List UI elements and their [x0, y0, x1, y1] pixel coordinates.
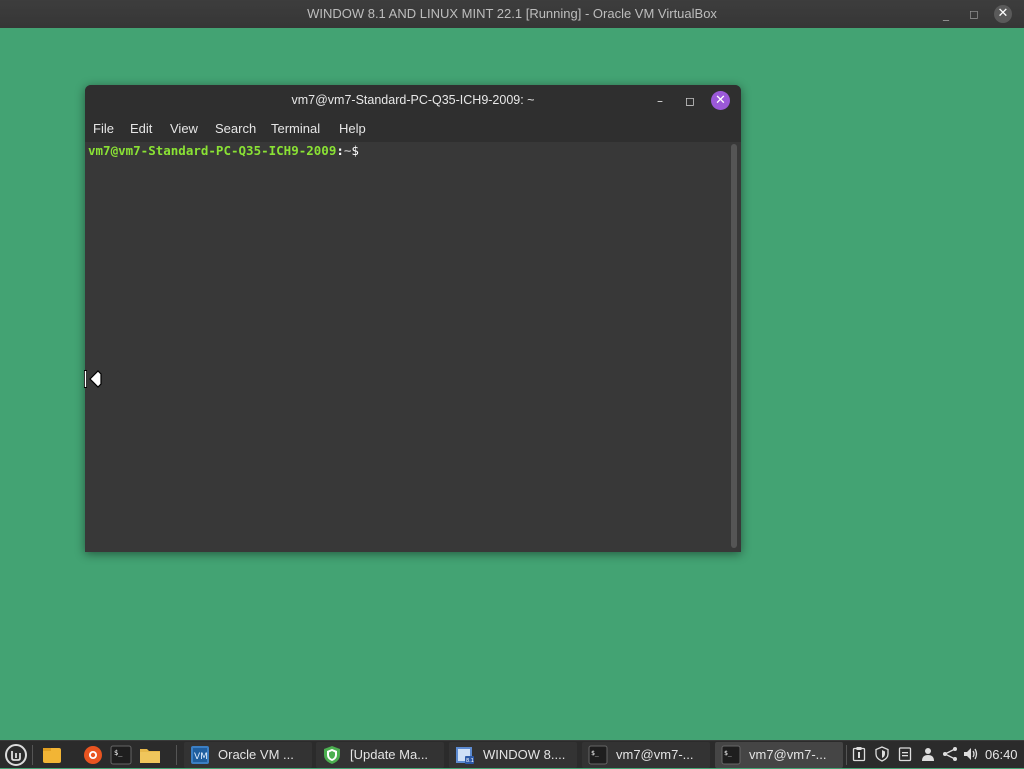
virtualbox-icon: VM: [191, 746, 209, 764]
menu-file[interactable]: File: [89, 115, 118, 142]
terminal-title: vm7@vm7-Standard-PC-Q35-ICH9-2009: ~: [291, 93, 535, 107]
taskbar-separator: [846, 745, 847, 765]
volume-icon[interactable]: [963, 746, 979, 762]
prompt-separator: :: [336, 143, 344, 158]
terminal-output-area[interactable]: vm7@vm7-Standard-PC-Q35-ICH9-2009:~$: [85, 142, 741, 552]
terminal-menubar: File Edit View Search Terminal Help: [85, 115, 741, 142]
terminal-titlebar[interactable]: vm7@vm7-Standard-PC-Q35-ICH9-2009: ~ – ◻…: [85, 85, 741, 115]
terminal-icon: $_: [588, 745, 608, 765]
user-icon[interactable]: [920, 746, 936, 762]
folder-icon[interactable]: [139, 744, 161, 766]
taskbar-window-update-manager[interactable]: [Update Ma...: [316, 742, 444, 768]
menu-search[interactable]: Search: [211, 115, 260, 142]
host-maximize-button[interactable]: ◻: [962, 0, 986, 28]
network-icon[interactable]: [942, 746, 958, 762]
shell-prompt: vm7@vm7-Standard-PC-Q35-ICH9-2009:~$: [88, 143, 359, 159]
prompt-user-host: vm7@vm7-Standard-PC-Q35-ICH9-2009: [88, 143, 337, 158]
files-icon[interactable]: [41, 744, 63, 766]
update-shield-icon: [324, 746, 340, 764]
host-titlebar: WINDOW 8.1 AND LINUX MINT 22.1 [Running]…: [0, 0, 1024, 28]
svg-text:VM: VM: [194, 752, 208, 762]
vm-window-icon: 8.1: [456, 747, 474, 764]
taskbar-window-label: vm7@vm7-...: [616, 747, 694, 762]
taskbar-window-terminal-1[interactable]: $_ vm7@vm7-...: [582, 742, 710, 768]
host-window-title: WINDOW 8.1 AND LINUX MINT 22.1 [Running]…: [307, 6, 717, 21]
terminal-icon[interactable]: $_: [110, 744, 132, 766]
terminal-close-button[interactable]: ✕: [711, 91, 730, 110]
clock[interactable]: 06:40: [985, 741, 1018, 769]
svg-text:$_: $_: [724, 749, 732, 757]
firefox-icon[interactable]: [82, 744, 104, 766]
svg-text:$_: $_: [114, 749, 123, 757]
taskbar-window-label: WINDOW 8....: [483, 747, 566, 762]
prompt-symbol: $: [351, 143, 359, 158]
svg-text:8.1: 8.1: [466, 758, 474, 764]
taskbar-window-virtualbox[interactable]: VM Oracle VM ...: [184, 742, 312, 768]
terminal-window: vm7@vm7-Standard-PC-Q35-ICH9-2009: ~ – ◻…: [85, 85, 741, 552]
menu-edit[interactable]: Edit: [126, 115, 156, 142]
taskbar-separator: [176, 745, 177, 765]
menu-help[interactable]: Help: [335, 115, 370, 142]
taskbar-window-label: [Update Ma...: [350, 747, 429, 762]
taskbar-window-label: Oracle VM ...: [218, 747, 294, 762]
mint-menu-icon[interactable]: [5, 744, 27, 766]
taskbar-separator: [32, 745, 33, 765]
menu-terminal[interactable]: Terminal: [267, 115, 324, 142]
notes-icon[interactable]: [897, 746, 913, 762]
mouse-cursor-icon: [84, 370, 102, 388]
clipboard-icon[interactable]: [851, 746, 867, 762]
terminal-scrollbar[interactable]: [731, 144, 737, 548]
terminal-icon: $_: [721, 745, 741, 765]
host-minimize-button[interactable]: _: [934, 0, 958, 28]
svg-text:$_: $_: [591, 749, 599, 757]
taskbar-window-label: vm7@vm7-...: [749, 747, 827, 762]
terminal-maximize-button[interactable]: ◻: [681, 92, 699, 110]
taskbar: $_ VM Oracle VM ... [Update Ma... 8.1 WI…: [0, 740, 1024, 768]
menu-view[interactable]: View: [166, 115, 202, 142]
host-close-button[interactable]: ✕: [994, 5, 1012, 23]
terminal-minimize-button[interactable]: –: [651, 92, 669, 110]
taskbar-window-terminal-2[interactable]: $_ vm7@vm7-...: [715, 742, 843, 768]
taskbar-window-vm[interactable]: 8.1 WINDOW 8....: [449, 742, 577, 768]
shield-icon[interactable]: [874, 746, 890, 762]
